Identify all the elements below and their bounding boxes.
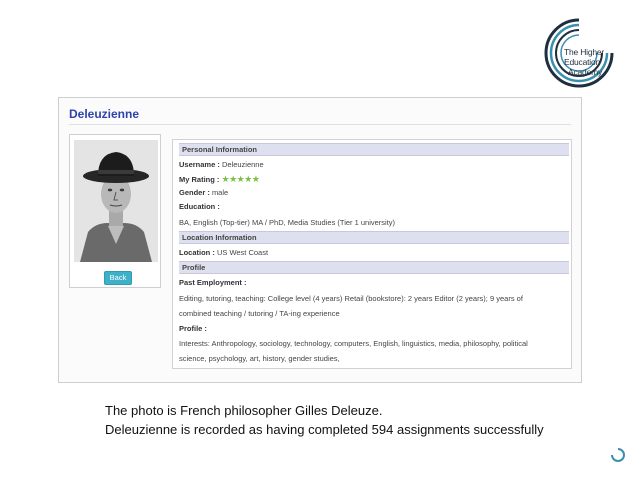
past-employment-line-2: combined teaching / tutoring / TA-ing ex… (179, 309, 340, 318)
location-value: US West Coast (216, 248, 269, 257)
star-icon: ★ (221, 174, 230, 184)
logo-line-1: The Higher (564, 47, 605, 57)
star-icon: ★ (251, 174, 260, 184)
rating-row: My Rating : ★★★★★ (179, 174, 260, 185)
slide-caption: The photo is French philosopher Gilles D… (105, 401, 544, 439)
username-row: Username : Deleuzienne (179, 160, 264, 169)
star-rating: ★★★★★ (222, 174, 260, 184)
profile-info-box: Personal Information Username : Deleuzie… (172, 139, 572, 369)
gender-row: Gender : male (179, 188, 228, 197)
location-label: Location : (179, 248, 215, 257)
section-location-information: Location Information (179, 231, 569, 244)
education-label: Education : (179, 202, 220, 211)
profile-row: Profile : (179, 324, 207, 333)
interests-line-1: Interests: Anthropology, sociology, tech… (179, 339, 528, 348)
profile-panel: Deleuzienne Back Personal Information Us… (58, 97, 582, 383)
username-value: Deleuzienne (221, 160, 264, 169)
caption-line-1: The photo is French philosopher Gilles D… (105, 403, 383, 418)
title-divider (69, 124, 571, 125)
rating-label: My Rating : (179, 175, 220, 184)
star-icon: ★ (229, 174, 237, 184)
logo-line-2: Education (564, 57, 601, 67)
education-value: BA, English (Top-tier) MA / PhD, Media S… (179, 218, 396, 227)
section-personal-information: Personal Information (179, 143, 569, 156)
loading-spinner-icon (610, 447, 626, 463)
interests-line-2: science, psychology, art, history, gende… (179, 354, 340, 363)
past-employment-label: Past Employment : (179, 278, 247, 287)
past-employment-line-1: Editing, tutoring, teaching: College lev… (179, 294, 523, 303)
section-profile: Profile (179, 261, 569, 274)
location-row: Location : US West Coast (179, 248, 268, 257)
username-label: Username : (179, 160, 220, 169)
photo-card: Back (69, 134, 161, 288)
profile-title: Deleuzienne (69, 107, 140, 121)
gender-value: male (211, 188, 229, 197)
back-button[interactable]: Back (104, 271, 132, 285)
profile-label: Profile : (179, 324, 207, 333)
education-row: Education : (179, 202, 220, 211)
past-employment-row: Past Employment : (179, 278, 247, 287)
higher-education-academy-logo: The Higher Education Academy (540, 14, 618, 92)
profile-photo (74, 140, 158, 262)
gender-label: Gender : (179, 188, 210, 197)
caption-line-2: Deleuzienne is recorded as having comple… (105, 422, 544, 437)
logo-text: The Higher Education Academy (564, 47, 604, 77)
star-icon: ★ (244, 174, 252, 184)
logo-line-3: Academy (568, 67, 603, 77)
